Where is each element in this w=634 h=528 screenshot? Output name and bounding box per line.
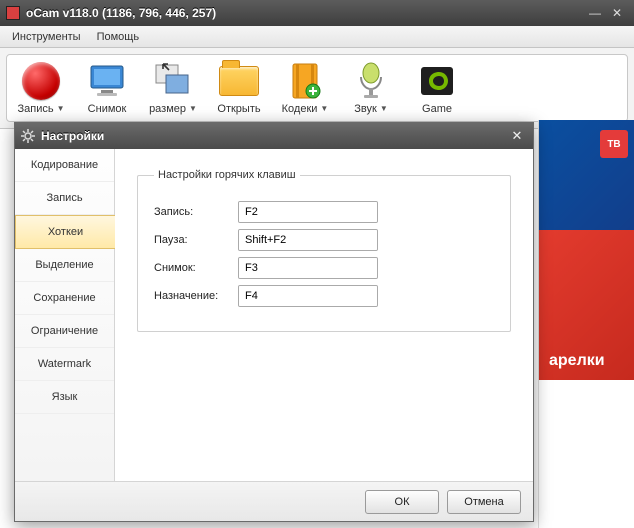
ad-red-area: арелки xyxy=(539,230,634,380)
gear-icon xyxy=(21,129,35,143)
app-icon xyxy=(6,6,20,20)
tab-limit[interactable]: Ограничение xyxy=(15,315,114,348)
input-assign[interactable]: ▲ ▼ xyxy=(238,285,378,307)
tab-record[interactable]: Запись xyxy=(15,182,114,215)
dialog-body: Кодирование Запись Хоткеи Выделение Сохр… xyxy=(15,149,533,481)
input-capture[interactable]: ▲ ▼ xyxy=(238,257,378,279)
window-title: oCam v118.0 (1186, 796, 446, 257) xyxy=(26,6,584,20)
dialog-sidebar: Кодирование Запись Хоткеи Выделение Сохр… xyxy=(15,149,115,481)
ad-text: арелки xyxy=(549,352,605,370)
dropdown-arrow-icon: ▼ xyxy=(380,104,388,113)
toolbar-container: Запись▼ Снимок размер▼ Открыть xyxy=(0,48,634,129)
row-assign: Назначение: ▲ ▼ xyxy=(154,285,494,307)
tab-encoding[interactable]: Кодирование xyxy=(15,149,114,182)
menubar: Инструменты Помощь xyxy=(0,26,634,48)
dropdown-arrow-icon: ▼ xyxy=(57,104,65,113)
toolbar-sound[interactable]: Звук▼ xyxy=(345,61,397,115)
toolbar-resize-label: размер xyxy=(149,103,186,115)
folder-icon xyxy=(217,61,261,101)
toolbar-game-label: Game xyxy=(422,103,452,115)
dialog-footer: ОК Отмена xyxy=(15,481,533,521)
hotkey-pause-field[interactable] xyxy=(239,230,378,250)
minimize-button[interactable]: — xyxy=(584,5,606,21)
label-assign: Назначение: xyxy=(154,290,230,302)
monitor-icon xyxy=(85,61,129,101)
toolbar-open[interactable]: Открыть xyxy=(213,61,265,115)
cancel-button[interactable]: Отмена xyxy=(447,490,521,514)
toolbar-codecs-label: Кодеки xyxy=(282,103,318,115)
toolbar-record-label: Запись xyxy=(17,103,53,115)
menu-tools[interactable]: Инструменты xyxy=(4,29,89,45)
dialog-titlebar: Настройки ✕ xyxy=(15,123,533,149)
ad-panel: i ✕ ТВ арелки xyxy=(538,120,634,528)
hotkeys-group: Настройки горячих клавиш Запись: ▲ ▼ П xyxy=(137,169,511,332)
input-pause[interactable]: ▲ ▼ xyxy=(238,229,378,251)
main-titlebar: oCam v118.0 (1186, 796, 446, 257) — ✕ xyxy=(0,0,634,26)
close-button[interactable]: ✕ xyxy=(606,5,628,21)
row-capture: Снимок: ▲ ▼ xyxy=(154,257,494,279)
settings-dialog: Настройки ✕ Кодирование Запись Хоткеи Вы… xyxy=(14,122,534,522)
menu-help[interactable]: Помощь xyxy=(89,29,148,45)
dropdown-arrow-icon: ▼ xyxy=(320,104,328,113)
tab-watermark[interactable]: Watermark xyxy=(15,348,114,381)
microphone-icon xyxy=(349,61,393,101)
toolbar-capture-label: Снимок xyxy=(88,103,127,115)
dialog-close-button[interactable]: ✕ xyxy=(507,127,527,145)
group-title: Настройки горячих клавиш xyxy=(154,169,300,181)
toolbar: Запись▼ Снимок размер▼ Открыть xyxy=(6,54,628,122)
row-record: Запись: ▲ ▼ xyxy=(154,201,494,223)
app-window: oCam v118.0 (1186, 796, 446, 257) — ✕ Ин… xyxy=(0,0,634,528)
toolbar-open-label: Открыть xyxy=(217,103,260,115)
hotkey-capture-field[interactable] xyxy=(239,258,378,278)
cancel-button-label: Отмена xyxy=(464,496,503,508)
toolbar-codecs[interactable]: Кодеки▼ xyxy=(279,61,331,115)
resize-icon xyxy=(151,61,195,101)
record-icon xyxy=(19,61,63,101)
label-pause: Пауза: xyxy=(154,234,230,246)
toolbar-record[interactable]: Запись ▼ xyxy=(15,61,67,115)
label-record: Запись: xyxy=(154,206,230,218)
label-capture: Снимок: xyxy=(154,262,230,274)
tab-lang[interactable]: Язык xyxy=(15,381,114,414)
ad-blue-area: ТВ xyxy=(539,120,634,230)
hotkey-record-field[interactable] xyxy=(239,202,378,222)
nvidia-icon xyxy=(415,61,459,101)
toolbar-game[interactable]: Game xyxy=(411,61,463,115)
ok-button[interactable]: ОК xyxy=(365,490,439,514)
input-record[interactable]: ▲ ▼ xyxy=(238,201,378,223)
row-pause: Пауза: ▲ ▼ xyxy=(154,229,494,251)
dialog-main: Настройки горячих клавиш Запись: ▲ ▼ П xyxy=(115,149,533,481)
toolbar-sound-label: Звук xyxy=(354,103,377,115)
hotkey-assign-field[interactable] xyxy=(239,286,378,306)
dropdown-arrow-icon: ▼ xyxy=(189,104,197,113)
tab-hotkeys[interactable]: Хоткеи xyxy=(15,215,115,249)
ad-tv-badge: ТВ xyxy=(600,130,628,158)
tab-selection[interactable]: Выделение xyxy=(15,249,114,282)
toolbar-resize[interactable]: размер▼ xyxy=(147,61,199,115)
tab-save[interactable]: Сохранение xyxy=(15,282,114,315)
codec-icon xyxy=(283,61,327,101)
dialog-title: Настройки xyxy=(41,129,507,143)
ok-button-label: ОК xyxy=(395,496,410,508)
toolbar-capture[interactable]: Снимок xyxy=(81,61,133,115)
